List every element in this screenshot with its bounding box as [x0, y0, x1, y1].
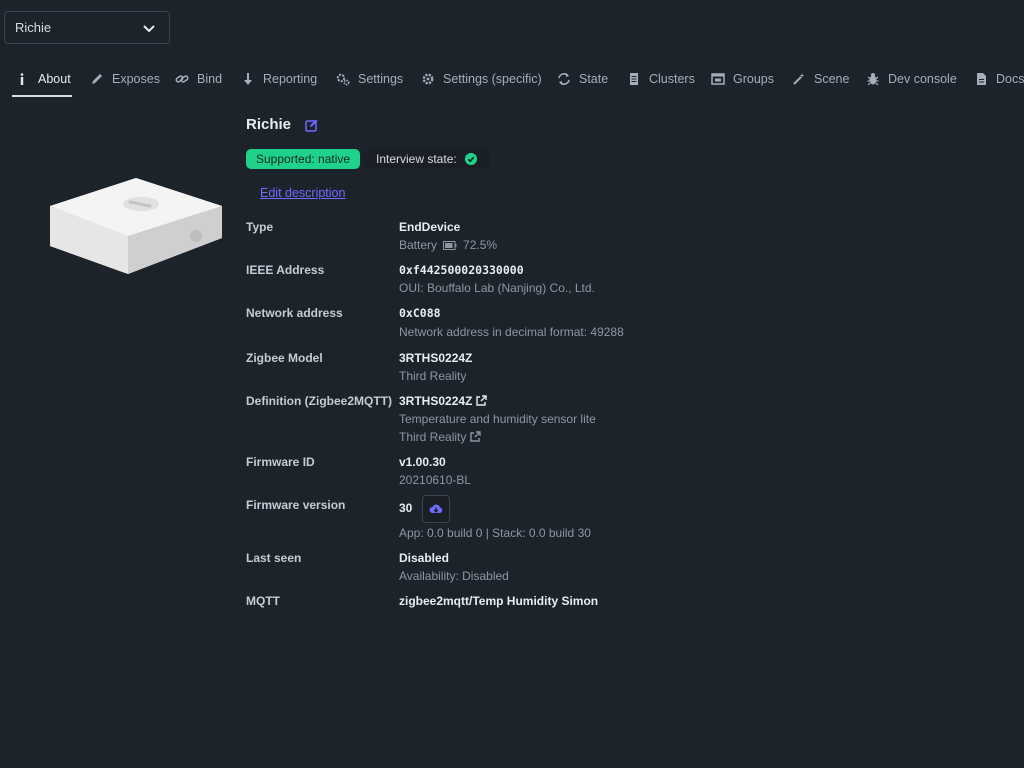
firmware-id-label: Firmware ID: [246, 455, 315, 469]
device-image: [50, 178, 222, 274]
battery-icon: [443, 241, 457, 250]
firmware-build-info: App: 0.0 build 0 | Stack: 0.0 build 30: [399, 526, 591, 540]
supported-badge: Supported: native: [246, 149, 361, 169]
tab-label: Groups: [733, 72, 774, 86]
tab-about[interactable]: About: [16, 60, 71, 98]
tab-label: Bind: [197, 72, 223, 86]
tab-state[interactable]: State: [557, 60, 608, 98]
tab-clusters[interactable]: Clusters: [627, 60, 695, 98]
tab-exposes[interactable]: Exposes: [90, 60, 160, 98]
interview-state-badge: Interview state:: [363, 149, 490, 169]
tab-label: Reporting: [263, 72, 318, 86]
type-label: Type: [246, 220, 274, 234]
battery-value: 72.5%: [463, 238, 498, 252]
mqtt-topic: zigbee2mqtt/Temp Humidity Simon: [399, 594, 599, 608]
window-icon: [711, 73, 725, 85]
doc-icon: [977, 73, 986, 85]
tab-label: Dev console: [888, 72, 957, 86]
last-seen-value: Disabled: [399, 551, 450, 565]
edit-description-link[interactable]: Edit description: [260, 186, 345, 200]
definition-label: Definition (Zigbee2MQTT): [246, 394, 392, 408]
ieee-oui: OUI: Bouffalo Lab (Nanjing) Co., Ltd.: [399, 281, 595, 295]
device-select-value: Richie: [15, 20, 52, 35]
firmware-id-date: 20210610-BL: [399, 473, 472, 487]
top-bar: Richie: [0, 0, 1024, 56]
firmware-version-label: Firmware version: [246, 498, 346, 512]
network-value: 0xC088: [399, 306, 441, 320]
definition-description: Temperature and humidity sensor lite: [399, 412, 596, 426]
definition-link[interactable]: 3RTHS0224Z: [399, 394, 488, 408]
external-link-icon: [476, 395, 488, 406]
tab-label: Settings: [358, 72, 404, 86]
cloud-download-icon: [429, 504, 443, 513]
sync-icon: [558, 73, 570, 85]
tab-label: Exposes: [112, 72, 160, 86]
model-vendor: Third Reality: [399, 369, 467, 383]
definition-value: 3RTHS0224Z: [399, 394, 473, 408]
cogs-icon: [336, 73, 350, 86]
arrow-down-icon: [244, 73, 252, 85]
definition-vendor-link[interactable]: Third Reality: [399, 430, 482, 444]
network-label: Network address: [246, 306, 343, 320]
interview-state-label: Interview state:: [376, 152, 457, 166]
tab-label: Scene: [814, 72, 850, 86]
bug-icon: [867, 73, 879, 86]
model-label: Zigbee Model: [246, 351, 323, 365]
tab-bind[interactable]: Bind: [175, 60, 222, 98]
tab-label: Docs: [996, 72, 1024, 86]
tab-settings[interactable]: Settings: [336, 60, 403, 98]
magic-wand-icon: [793, 73, 805, 85]
model-value: 3RTHS0224Z: [399, 351, 473, 365]
availability-info: Availability: Disabled: [399, 569, 509, 583]
info-icon: [20, 73, 24, 85]
tab-settings-specific[interactable]: Settings (specific): [421, 60, 542, 98]
ieee-label: IEEE Address: [246, 263, 325, 277]
active-tab-indicator: [12, 95, 72, 97]
check-circle-icon: [464, 153, 477, 165]
tab-bar: About Exposes Bind Reporting Settings Se…: [0, 60, 1024, 100]
tab-dev-console[interactable]: Dev console: [866, 60, 957, 98]
network-decimal: Network address in decimal format: 49288: [399, 325, 624, 339]
mqtt-label: MQTT: [246, 594, 280, 608]
check-ota-button[interactable]: [422, 495, 450, 523]
type-value: EndDevice: [399, 220, 461, 234]
tab-label: State: [579, 72, 609, 86]
tab-reporting[interactable]: Reporting: [241, 60, 317, 98]
cog-icon: [422, 73, 434, 85]
firmware-version-value: 30: [399, 501, 413, 515]
device-title: Richie: [246, 116, 292, 133]
ieee-value: 0xf442500020330000: [399, 263, 524, 277]
tab-groups[interactable]: Groups: [711, 60, 774, 98]
battery-label: Battery: [399, 238, 438, 252]
tab-scene[interactable]: Scene: [792, 60, 849, 98]
tab-label: About: [38, 72, 71, 86]
link-icon: [175, 75, 189, 83]
definition-vendor: Third Reality: [399, 430, 467, 444]
firmware-id-value: v1.00.30: [399, 455, 446, 469]
battery-info: Battery 72.5%: [399, 238, 497, 252]
edit-icon[interactable]: [305, 118, 319, 132]
device-select[interactable]: Richie: [4, 11, 170, 44]
tab-docs[interactable]: Docs: [974, 60, 1024, 98]
file-icon: [630, 73, 638, 85]
tab-label: Clusters: [649, 72, 695, 86]
chevron-down-icon: [143, 25, 155, 33]
pen-icon: [92, 74, 102, 84]
external-link-icon: [470, 431, 482, 442]
tab-label: Settings (specific): [443, 72, 542, 86]
last-seen-label: Last seen: [246, 551, 302, 565]
